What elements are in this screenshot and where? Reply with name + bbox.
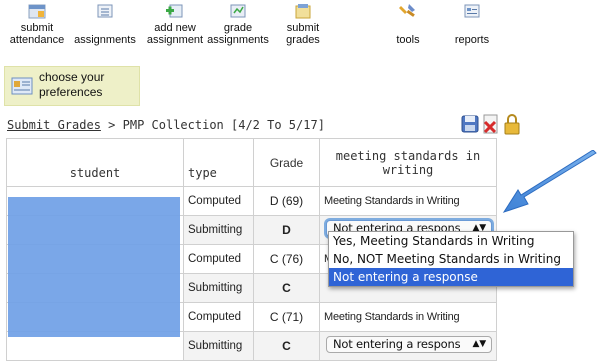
preferences-label-line1: choose your: [39, 70, 105, 84]
meeting-cell: Not entering a respons ▲▼: [319, 331, 497, 361]
dropdown-option-yes[interactable]: Yes, Meeting Standards in Writing: [329, 232, 573, 250]
type-cell: Computed: [183, 186, 254, 216]
header-grade: Grade: [253, 138, 320, 187]
list-icon: [97, 4, 113, 18]
toolbar-tools[interactable]: tools: [385, 0, 431, 46]
preferences-icon: [11, 77, 33, 95]
toolbar-label: grade: [223, 22, 253, 34]
choose-preferences-button[interactable]: choose your preferences: [4, 66, 140, 106]
header-type: type: [183, 138, 254, 187]
type-cell: Submitting: [183, 215, 254, 245]
toolbar-submit-grades[interactable]: submit grades: [277, 0, 329, 46]
grade-cell: D (69): [253, 186, 320, 216]
type-cell: Computed: [183, 244, 254, 274]
header-meeting-standards: meeting standards in writing: [319, 138, 497, 187]
preferences-label: choose your preferences: [39, 70, 104, 100]
grade-cell[interactable]: D: [253, 215, 320, 245]
breadcrumb-separator: >: [108, 118, 116, 132]
lock-icon[interactable]: [503, 113, 521, 135]
toolbar-label: submit: [20, 22, 54, 34]
breadcrumb-current: PMP Collection [4/2 To 5/17]: [122, 118, 325, 132]
save-icon[interactable]: [461, 113, 479, 133]
grade-cell[interactable]: C: [253, 331, 320, 361]
toolbar-label: attendance: [9, 34, 65, 46]
toolbar-add-new-assignment[interactable]: add new assignment: [143, 0, 207, 46]
select-arrows-icon: ▲▼: [472, 339, 487, 349]
meeting-cell: Meeting Standards in Writing: [319, 186, 497, 216]
tools-icon: [399, 4, 415, 17]
type-cell: Computed: [183, 302, 254, 332]
grade-cell: C (76): [253, 244, 320, 274]
annotation-arrow-icon: [502, 150, 597, 213]
toolbar-label: add new: [154, 22, 196, 34]
toolbar-label: [447, 22, 497, 34]
toolbar-label: submit: [286, 22, 320, 34]
toolbar-label: [70, 22, 140, 34]
delete-icon[interactable]: [481, 113, 501, 135]
dropdown-option-no[interactable]: No, NOT Meeting Standards in Writing: [329, 250, 573, 268]
toolbar-label: tools: [396, 34, 420, 46]
toolbar-assignments[interactable]: assignments: [70, 0, 140, 46]
toolbar-reports[interactable]: reports: [447, 0, 497, 46]
table-header-row: student type Grade meeting standards in …: [6, 138, 497, 187]
grade-cell: C (71): [253, 302, 320, 332]
student-names-redacted: [8, 197, 180, 337]
meeting-standards-dropdown: Yes, Meeting Standards in Writing No, NO…: [328, 231, 574, 287]
toolbar-label: assignment: [146, 34, 204, 46]
breadcrumb-submit-grades-link[interactable]: Submit Grades: [7, 118, 101, 132]
meeting-standards-select[interactable]: Not entering a respons ▲▼: [326, 336, 492, 353]
breadcrumb: Submit Grades > PMP Collection [4/2 To 5…: [7, 118, 325, 132]
calendar-icon: [28, 4, 46, 19]
toolbar-submit-attendance[interactable]: submit attendance: [6, 0, 68, 46]
toolbar-grade-assignments[interactable]: grade assignments: [206, 0, 270, 46]
type-cell: Submitting: [183, 331, 254, 361]
toolbar-label: grades: [286, 34, 320, 46]
type-cell: Submitting: [183, 273, 254, 303]
preferences-label-line2: preferences: [39, 85, 103, 99]
header-student: student: [6, 138, 184, 187]
grade-icon: [230, 4, 246, 18]
reports-icon: [464, 4, 480, 18]
add-assignment-icon: [166, 4, 183, 18]
meeting-cell: Meeting Standards in Writing: [319, 302, 497, 332]
select-value: Not entering a respons: [333, 337, 461, 351]
toolbar-label: [385, 22, 431, 34]
submit-grades-icon: [295, 4, 311, 19]
toolbar-label: reports: [454, 34, 490, 46]
toolbar-label: assignments: [207, 34, 269, 46]
main-toolbar: submit attendance assignments add new as…: [0, 0, 598, 66]
grade-cell[interactable]: C: [253, 273, 320, 303]
dropdown-option-not-entering[interactable]: Not entering a response: [329, 268, 573, 286]
toolbar-label: assignments: [74, 34, 136, 46]
